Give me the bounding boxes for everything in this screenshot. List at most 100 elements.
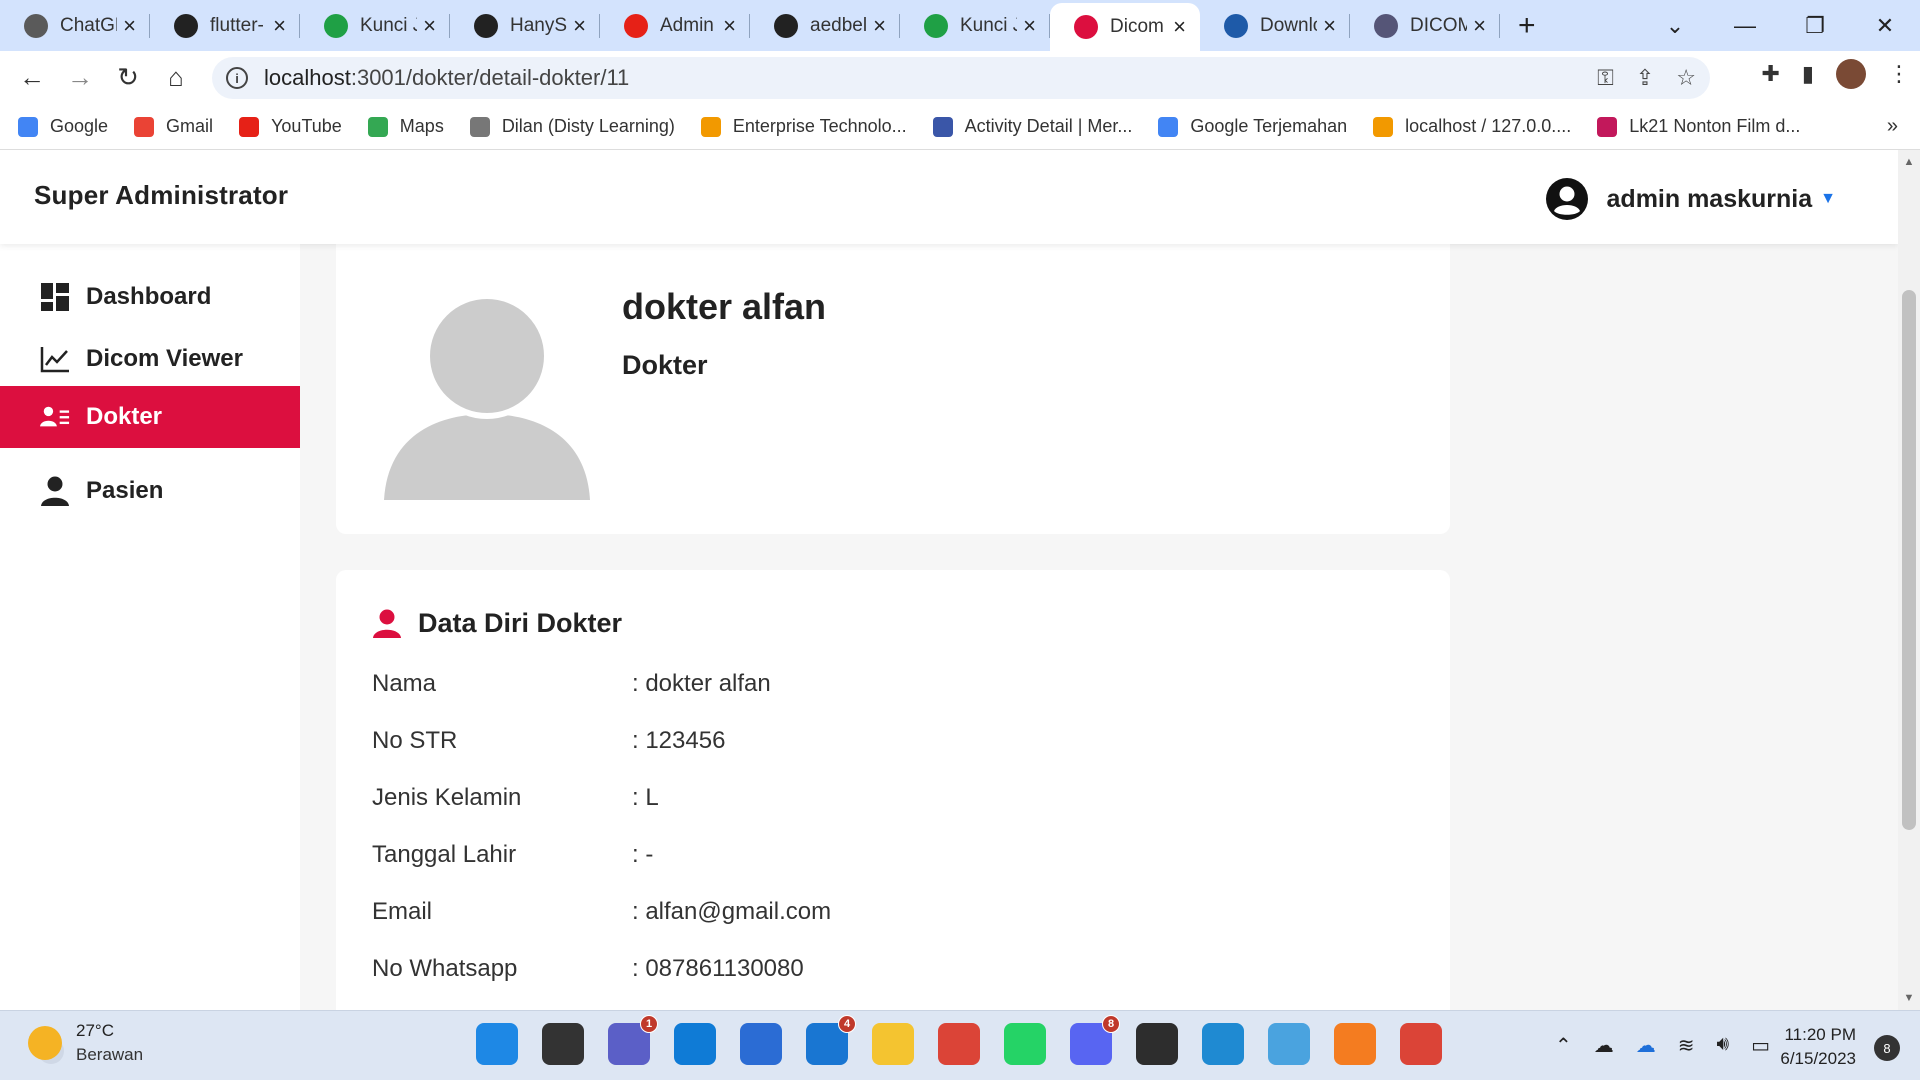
bookmarks-overflow-button[interactable]: »	[1887, 115, 1898, 138]
browser-tab[interactable]: ChatGPT ×	[0, 0, 150, 51]
browser-tab[interactable]: Kunci Jawaban ×	[300, 0, 450, 51]
close-tab-icon[interactable]: ×	[1473, 13, 1486, 39]
close-tab-icon[interactable]: ×	[873, 13, 886, 39]
scrollbar-thumb[interactable]	[1902, 290, 1916, 830]
chrome-icon[interactable]	[938, 1023, 980, 1065]
file-explorer-icon[interactable]	[872, 1023, 914, 1065]
notification-count-badge[interactable]: 8	[1874, 1035, 1900, 1061]
close-tab-icon[interactable]: ×	[1173, 14, 1186, 40]
restore-button[interactable]: ❐	[1780, 13, 1850, 39]
windows-start-icon[interactable]	[476, 1023, 518, 1065]
bookmark-item[interactable]: Enterprise Technolo...	[700, 116, 907, 137]
lk21-icon	[1597, 116, 1618, 137]
close-tab-icon[interactable]: ×	[423, 13, 436, 39]
forward-button[interactable]: →	[56, 62, 104, 93]
github-icon	[474, 13, 498, 38]
browser-tab[interactable]: Download ×	[1200, 0, 1350, 51]
chevron-up-icon[interactable]: ⌃	[1555, 1033, 1572, 1058]
sidebar: Dashboard Dicom Viewer Dokter Pasien	[0, 244, 300, 1010]
browser-tab[interactable]: Kunci Jawaban ×	[900, 0, 1050, 51]
browser-tab[interactable]: flutter- ×	[150, 0, 300, 51]
sidebar-item-dashboard[interactable]: Dashboard	[0, 266, 300, 328]
edge-icon[interactable]	[674, 1023, 716, 1065]
bookmark-item[interactable]: Activity Detail | Mer...	[932, 116, 1132, 137]
reload-button[interactable]: ↻	[104, 62, 152, 93]
control-panel-icon[interactable]	[1268, 1023, 1310, 1065]
key-icon[interactable]: ⚿	[1597, 65, 1614, 91]
home-button[interactable]: ⌂	[152, 62, 200, 93]
tab-search-icon[interactable]: ⌄	[1640, 13, 1710, 39]
sidebar-item-pasien[interactable]: Pasien	[0, 460, 300, 522]
browser-tab[interactable]: HanySa×	[450, 0, 600, 51]
scroll-up-icon[interactable]: ▲	[1898, 156, 1920, 168]
google-icon	[18, 116, 38, 137]
browser-tab[interactable]: aedbel ×	[750, 0, 900, 51]
close-tab-icon[interactable]: ×	[573, 13, 586, 39]
store-icon[interactable]	[740, 1023, 782, 1065]
bookmark-item[interactable]: localhost / 127.0.0....	[1373, 116, 1571, 137]
section-title-text: Data Diri Dokter	[418, 608, 623, 638]
bookmark-item[interactable]: Google	[18, 116, 108, 137]
sidebar-item-dicom-viewer[interactable]: Dicom Viewer	[0, 328, 300, 390]
minimize-button[interactable]: —	[1710, 13, 1780, 39]
scroll-down-icon[interactable]: ▼	[1898, 992, 1920, 1004]
chrome-profile-icon[interactable]	[1400, 1023, 1442, 1065]
profile-avatar[interactable]	[1836, 59, 1866, 89]
avatar-placeholder-icon	[384, 296, 590, 500]
tab-title: Kunci Jawaban	[960, 14, 1017, 36]
close-tab-icon[interactable]: ×	[123, 13, 136, 39]
page-scrollbar[interactable]: ▲ ▼	[1898, 150, 1920, 1010]
battery-icon[interactable]: ▭	[1751, 1033, 1770, 1058]
close-tab-icon[interactable]: ×	[1323, 13, 1336, 39]
url-text[interactable]: localhost:3001/dokter/detail-dokter/11	[264, 65, 629, 91]
browser-tab[interactable]: DICOM ×	[1350, 0, 1500, 51]
user-icon	[373, 609, 401, 638]
detail-value: : 123456	[632, 727, 726, 754]
volume-icon[interactable]: 🔊︎	[1716, 1033, 1729, 1058]
bookmark-item[interactable]: Gmail	[134, 116, 213, 137]
caret-down-icon[interactable]: ▼	[1820, 190, 1836, 208]
new-tab-button[interactable]: +	[1518, 9, 1536, 43]
detail-row: Nama: dokter alfan	[372, 670, 771, 698]
task-view-icon[interactable]	[542, 1023, 584, 1065]
bookmark-item[interactable]: YouTube	[239, 116, 342, 137]
side-panel-icon[interactable]: ▮	[1802, 61, 1814, 87]
mail-icon[interactable]: 4	[806, 1015, 856, 1065]
bookmark-item[interactable]: Google Terjemahan	[1158, 116, 1347, 137]
close-tab-icon[interactable]: ×	[723, 13, 736, 39]
browser-tab[interactable]: Admin ×	[600, 0, 750, 51]
site-info-icon[interactable]: i	[226, 67, 248, 89]
profile-card: dokter alfan Dokter	[336, 244, 1450, 534]
discord-icon[interactable]: 8	[1070, 1015, 1120, 1065]
back-button[interactable]: ←	[8, 62, 56, 93]
close-tab-icon[interactable]: ×	[1023, 13, 1036, 39]
browser-tab[interactable]: Dicom ×	[1050, 3, 1200, 51]
detail-value: : dokter alfan	[632, 670, 771, 697]
user-list-icon	[40, 402, 70, 432]
extensions-icon[interactable]: ✚	[1761, 61, 1779, 87]
vscode-icon[interactable]	[1202, 1023, 1244, 1065]
xampp-icon[interactable]	[1334, 1023, 1376, 1065]
bookmark-item[interactable]: Dilan (Disty Learning)	[469, 116, 675, 137]
close-tab-icon[interactable]: ×	[273, 13, 286, 39]
dilan-icon	[469, 116, 490, 137]
onedrive-icon[interactable]: ☁	[1636, 1033, 1656, 1058]
sidebar-item-dokter[interactable]: Dokter	[0, 386, 300, 448]
terminal-icon[interactable]	[1136, 1023, 1178, 1065]
bookmark-item[interactable]: Lk21 Nonton Film d...	[1597, 116, 1800, 137]
clock[interactable]: 11:20 PM 6/15/2023	[1780, 1023, 1856, 1071]
close-window-button[interactable]: ✕	[1850, 13, 1920, 39]
wifi-icon[interactable]: ≋	[1678, 1033, 1695, 1058]
network-status-icon[interactable]: ☁	[1594, 1033, 1614, 1058]
address-bar[interactable]: i localhost:3001/dokter/detail-dokter/11…	[212, 57, 1710, 99]
bookmark-star-icon[interactable]: ☆	[1676, 65, 1696, 91]
whatsapp-icon[interactable]	[1004, 1023, 1046, 1065]
menu-kebab-icon[interactable]: ⋮	[1888, 61, 1910, 87]
bookmark-item[interactable]: Maps	[367, 116, 444, 137]
teams-icon[interactable]: 1	[608, 1015, 658, 1065]
detail-row: No Whatsapp: 087861130080	[372, 955, 804, 983]
share-icon[interactable]: ⇪	[1636, 65, 1654, 91]
user-name: admin maskurnia	[1606, 184, 1813, 213]
weather-widget[interactable]: 27°C Berawan	[28, 1021, 143, 1065]
user-menu[interactable]: admin maskurnia ▼	[1545, 177, 1836, 221]
